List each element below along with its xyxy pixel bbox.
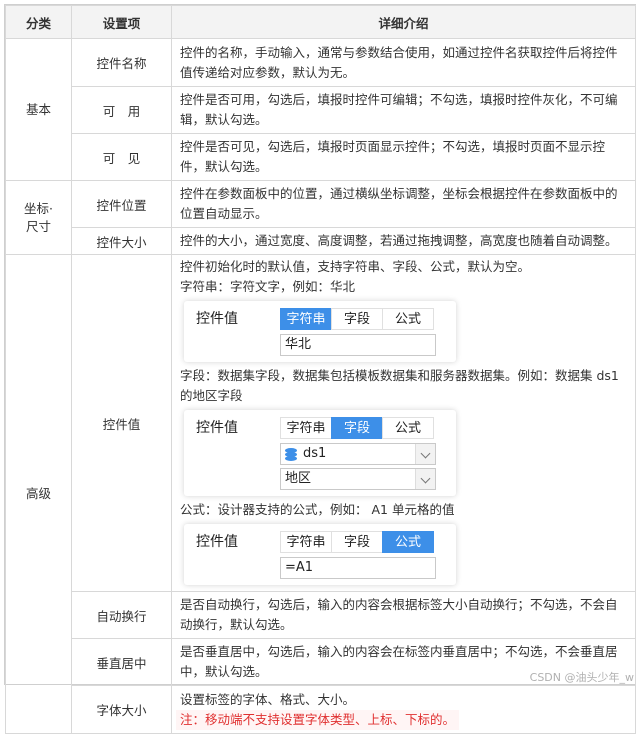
string-panel: 控件值 字符串 字段 公式 华北 bbox=[184, 301, 456, 362]
header-detail: 详细介绍 bbox=[172, 6, 636, 39]
tab-field[interactable]: 字段 bbox=[331, 308, 383, 330]
group-basic: 基本 bbox=[6, 39, 72, 181]
table-row: 可 用 控件是否可用，勾选后，填报时控件可编辑；不勾选，填报时控件灰化，不可编辑… bbox=[6, 87, 636, 134]
value-field-desc: 字段：数据集字段，数据集包括模板数据集和服务器数据集。例如：数据集 ds1 的地… bbox=[180, 366, 625, 406]
table-row: 字体大小 设置标签的字体、格式、大小。 注：移动端不支持设置字体类型、上标、下标… bbox=[6, 686, 636, 734]
group-advanced: 高级 bbox=[6, 255, 72, 734]
field-value: 地区 bbox=[285, 469, 311, 489]
table-row: 可 见 控件是否可见，勾选后，填报时页面显示控件；不勾选，填报时页面不显示控件，… bbox=[6, 134, 636, 181]
desc-font: 设置标签的字体、格式、大小。 注：移动端不支持设置字体类型、上标、下标的。 bbox=[172, 686, 636, 734]
table-row: 基本 控件名称 控件的名称，手动输入，通常与参数结合使用，如通过控件名获取控件后… bbox=[6, 39, 636, 87]
value-string-desc: 字符串：字符文字，例如：华北 bbox=[180, 277, 625, 297]
watermark: CSDN @油头少年_w bbox=[530, 669, 634, 685]
header-item: 设置项 bbox=[72, 6, 172, 39]
item-name: 控件名称 bbox=[72, 39, 172, 87]
desc-value: 控件初始化时的默认值，支持字符串、字段、公式，默认为空。 字符串：字符文字，例如… bbox=[172, 255, 636, 592]
panel-label: 控件值 bbox=[196, 309, 280, 329]
header-category: 分类 bbox=[6, 6, 72, 39]
tab-formula[interactable]: 公式 bbox=[382, 308, 434, 330]
value-intro: 控件初始化时的默认值，支持字符串、字段、公式，默认为空。 bbox=[180, 257, 625, 277]
tab-formula[interactable]: 公式 bbox=[382, 417, 434, 439]
item-size: 控件大小 bbox=[72, 228, 172, 255]
formula-value-input[interactable]: =A1 bbox=[280, 557, 436, 579]
field-panel: 控件值 字符串 字段 公式 ds1 地区 bbox=[184, 410, 456, 496]
desc-visible: 控件是否可见，勾选后，填报时页面显示控件；不勾选，填报时页面不显示控件，默认勾选… bbox=[172, 134, 636, 181]
value-type-tabs: 字符串 字段 公式 bbox=[280, 531, 433, 553]
font-note: 注：移动端不支持设置字体类型、上标、下标的。 bbox=[176, 710, 459, 730]
item-visible: 可 见 bbox=[72, 134, 172, 181]
chevron-down-icon[interactable] bbox=[415, 469, 435, 489]
panel-label: 控件值 bbox=[196, 532, 280, 552]
tab-string[interactable]: 字符串 bbox=[280, 417, 332, 439]
dataset-value: ds1 bbox=[303, 444, 326, 464]
table-row: 控件大小 控件的大小，通过宽度、高度调整，若通过拖拽调整，高宽度也随着自动调整。 bbox=[6, 228, 636, 255]
table-row: 坐标·尺寸 控件位置 控件在参数面板中的位置，通过横纵坐标调整，坐标会根据控件在… bbox=[6, 181, 636, 228]
tab-field[interactable]: 字段 bbox=[331, 417, 383, 439]
item-autowrap: 自动换行 bbox=[72, 592, 172, 639]
tab-string[interactable]: 字符串 bbox=[280, 531, 332, 553]
font-desc: 设置标签的字体、格式、大小。 bbox=[180, 690, 625, 710]
item-usable: 可 用 bbox=[72, 87, 172, 134]
string-value-input[interactable]: 华北 bbox=[280, 334, 436, 356]
database-icon bbox=[285, 448, 297, 461]
tab-field[interactable]: 字段 bbox=[331, 531, 383, 553]
desc-size: 控件的大小，通过宽度、高度调整，若通过拖拽调整，高宽度也随着自动调整。 bbox=[172, 228, 636, 255]
formula-panel: 控件值 字符串 字段 公式 =A1 bbox=[184, 524, 456, 585]
item-vcenter: 垂直居中 bbox=[72, 639, 172, 686]
value-type-tabs: 字符串 字段 公式 bbox=[280, 417, 433, 439]
tab-string[interactable]: 字符串 bbox=[280, 308, 332, 330]
item-position: 控件位置 bbox=[72, 181, 172, 228]
desc-position: 控件在参数面板中的位置，通过横纵坐标调整，坐标会根据控件在参数面板中的位置自动显… bbox=[172, 181, 636, 228]
table-row: 自动换行 是否自动换行，勾选后，输入的内容会根据标签大小自动换行；不勾选，不会自… bbox=[6, 592, 636, 639]
desc-usable: 控件是否可用，勾选后，填报时控件可编辑；不勾选，填报时控件灰化，不可编辑，默认勾… bbox=[172, 87, 636, 134]
group-coord: 坐标·尺寸 bbox=[6, 181, 72, 255]
doc-table-frame: 分类 设置项 详细介绍 基本 控件名称 控件的名称，手动输入，通常与参数结合使用… bbox=[4, 4, 636, 685]
panel-label: 控件值 bbox=[196, 418, 280, 438]
tab-formula[interactable]: 公式 bbox=[382, 531, 434, 553]
header-row: 分类 设置项 详细介绍 bbox=[6, 6, 636, 39]
desc-name: 控件的名称，手动输入，通常与参数结合使用，如通过控件名获取控件后将控件值传递给对… bbox=[172, 39, 636, 87]
item-font: 字体大小 bbox=[72, 686, 172, 734]
table-row: 高级 控件值 控件初始化时的默认值，支持字符串、字段、公式，默认为空。 字符串：… bbox=[6, 255, 636, 592]
settings-table: 分类 设置项 详细介绍 基本 控件名称 控件的名称，手动输入，通常与参数结合使用… bbox=[5, 5, 636, 734]
field-select[interactable]: 地区 bbox=[280, 468, 436, 490]
value-type-tabs: 字符串 字段 公式 bbox=[280, 308, 433, 330]
chevron-down-icon[interactable] bbox=[415, 444, 435, 464]
dataset-select[interactable]: ds1 bbox=[280, 443, 436, 465]
desc-autowrap: 是否自动换行，勾选后，输入的内容会根据标签大小自动换行；不勾选，不会自动换行，默… bbox=[172, 592, 636, 639]
value-formula-desc: 公式：设计器支持的公式，例如： A1 单元格的值 bbox=[180, 500, 625, 520]
item-value: 控件值 bbox=[72, 255, 172, 592]
